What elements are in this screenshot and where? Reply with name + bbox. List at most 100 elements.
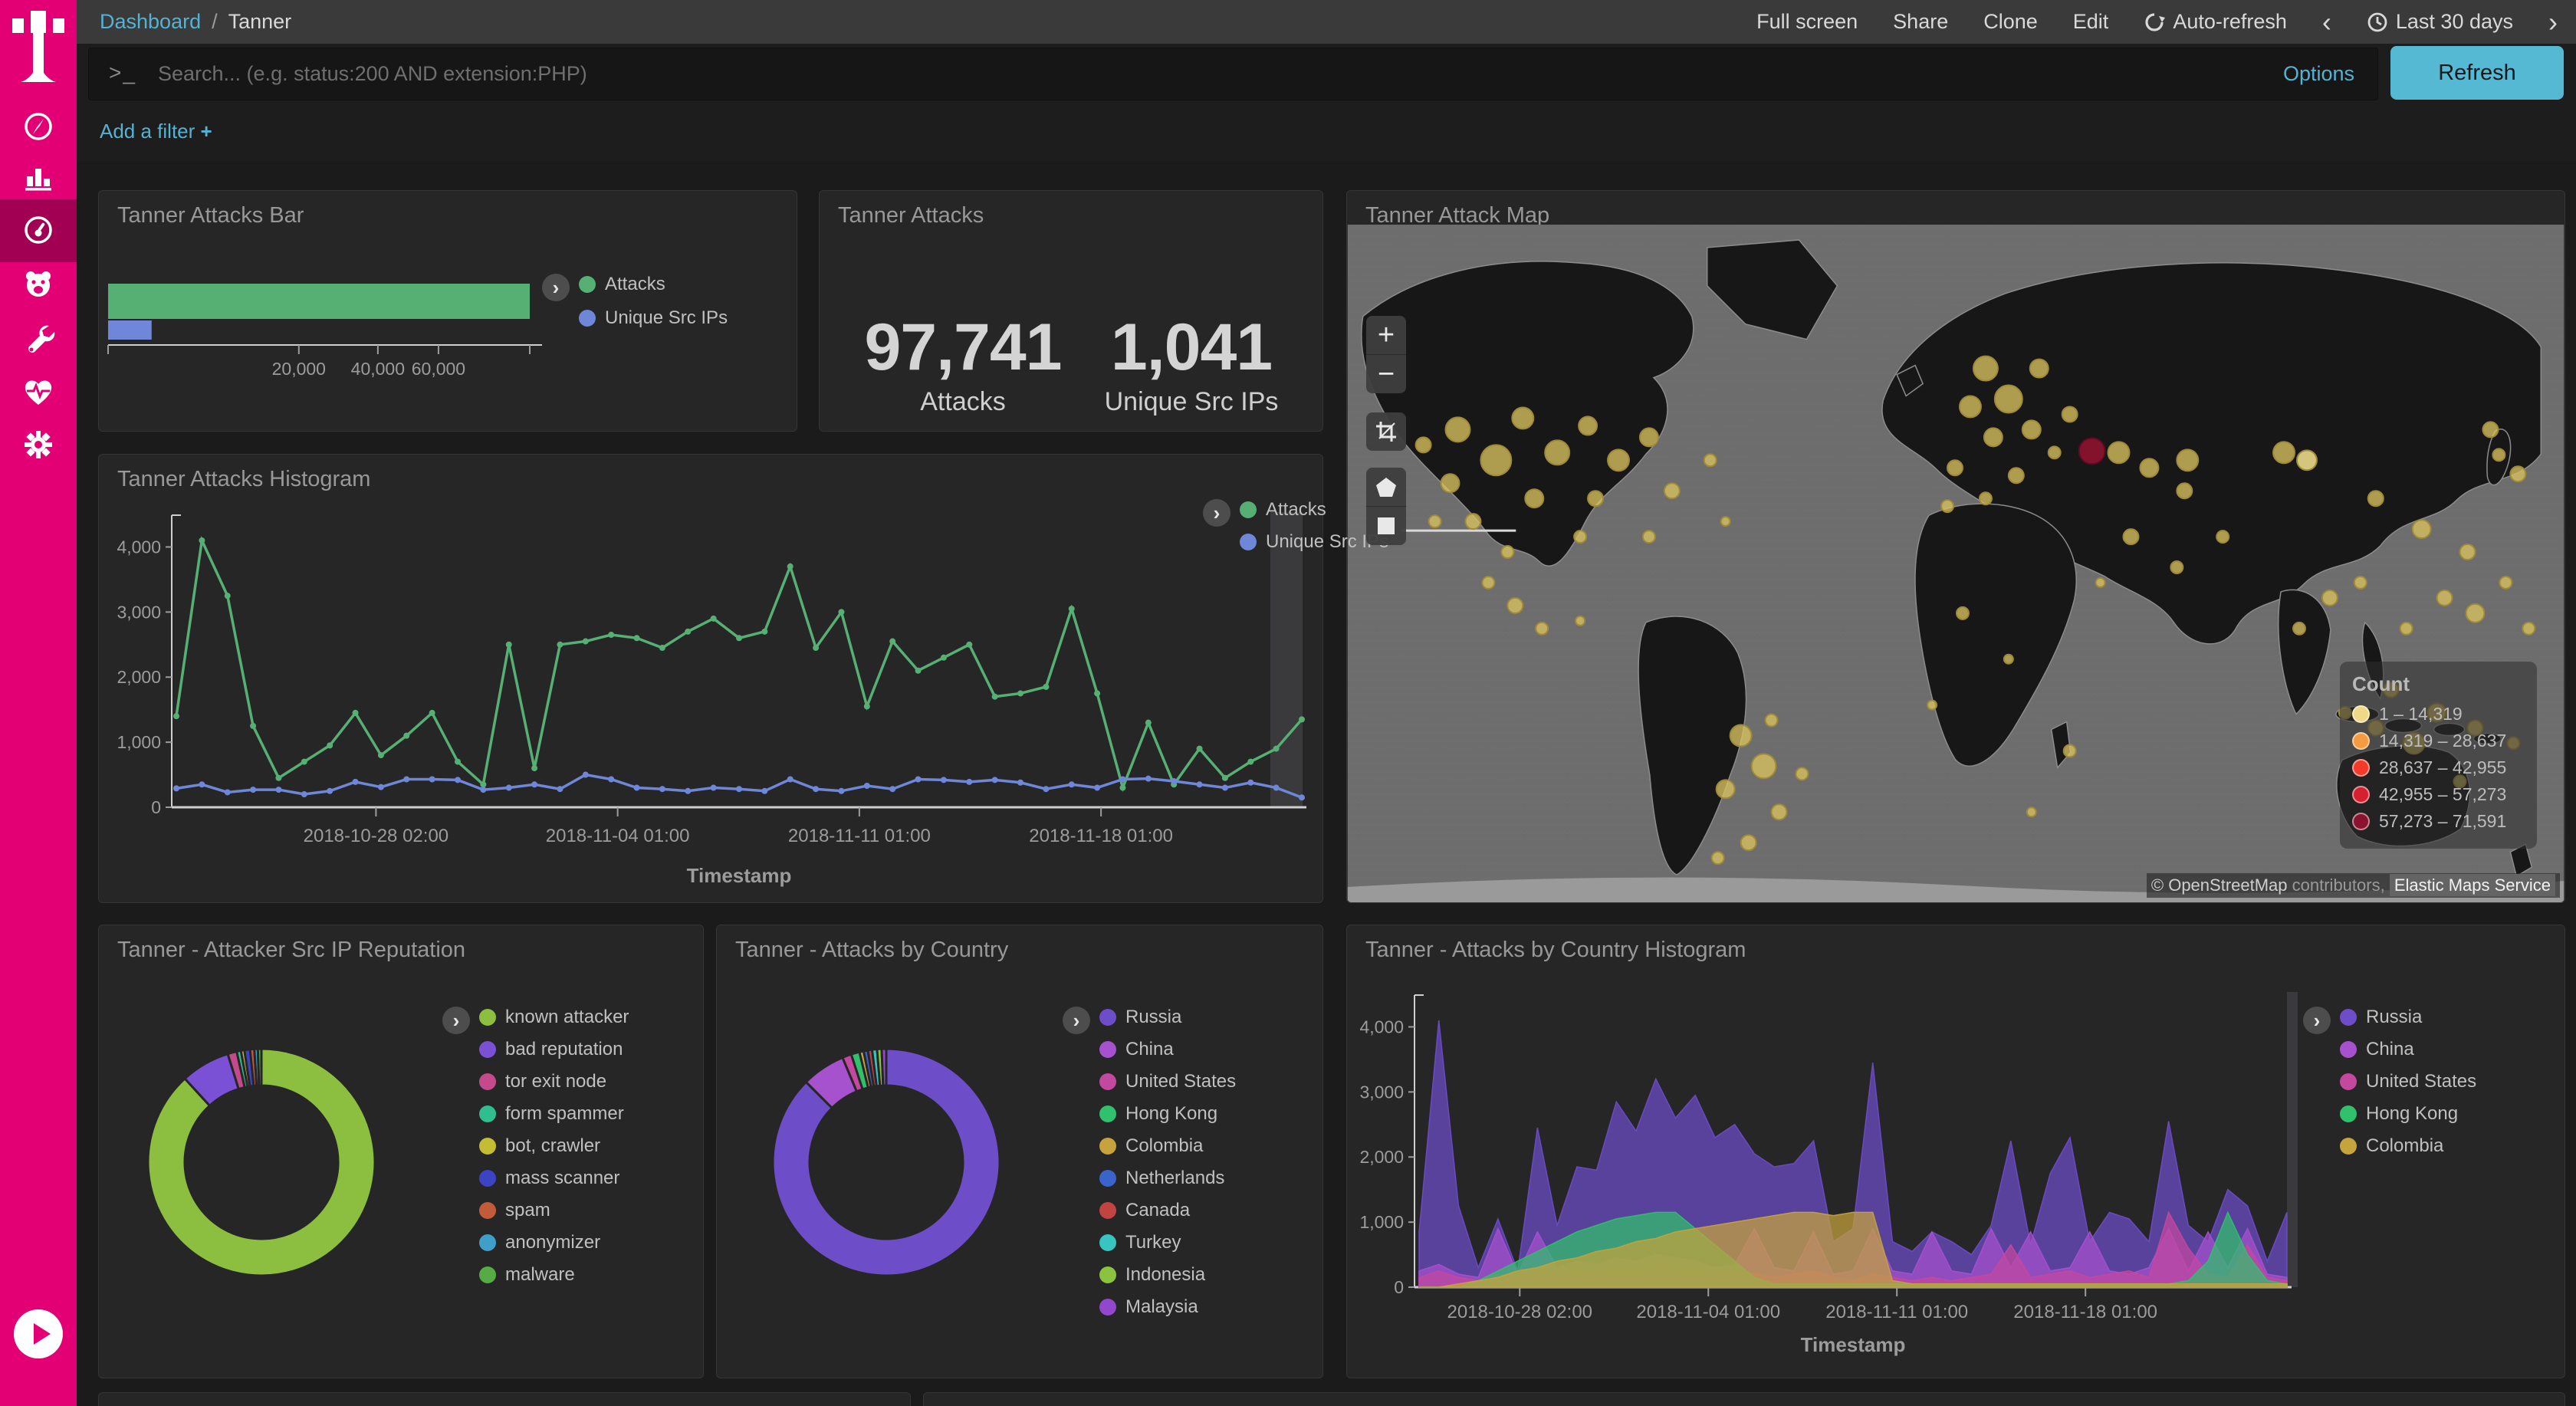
timelion-icon[interactable] <box>21 267 55 301</box>
attack-circle[interactable] <box>2009 468 2024 483</box>
search-input[interactable]: >_ Search... (e.g. status:200 AND extens… <box>88 48 2378 100</box>
legend-item[interactable]: Turkey <box>1099 1232 1236 1253</box>
zoom-in-button[interactable]: + <box>1366 316 1406 354</box>
management-icon[interactable] <box>21 428 55 462</box>
attack-circle[interactable] <box>2216 531 2229 543</box>
donut-slice[interactable] <box>258 1049 261 1086</box>
legend-item[interactable]: anonymizer <box>479 1232 629 1253</box>
attack-circle[interactable] <box>1525 489 1543 508</box>
attack-circle[interactable] <box>1664 483 1680 498</box>
attack-circle[interactable] <box>1501 546 1513 558</box>
legend-item[interactable]: Unique Src IPs <box>579 307 728 329</box>
attack-circle[interactable] <box>2273 442 2295 463</box>
attack-circle[interactable] <box>2124 529 2139 544</box>
visualize-icon[interactable] <box>21 159 55 193</box>
legend-item[interactable]: form spammer <box>479 1103 629 1125</box>
legend-toggle-arrow[interactable]: › <box>1203 499 1230 527</box>
edit-button[interactable]: Edit <box>2073 10 2109 34</box>
dev-tools-icon[interactable] <box>21 320 55 354</box>
legend-item[interactable]: mass scanner <box>479 1168 629 1189</box>
attack-circle[interactable] <box>2499 577 2512 589</box>
legend-item[interactable]: spam <box>479 1200 629 1221</box>
refresh-button[interactable]: Refresh <box>2390 46 2564 100</box>
attack-circle[interactable] <box>1416 437 1431 452</box>
monitoring-icon[interactable] <box>21 374 55 408</box>
legend-item[interactable]: known attacker <box>479 1007 629 1028</box>
legend-toggle-arrow[interactable]: › <box>542 274 570 301</box>
legend-item[interactable]: Hong Kong <box>2340 1103 2476 1125</box>
attack-circle[interactable] <box>2510 466 2525 481</box>
attack-circle[interactable] <box>1480 445 1511 475</box>
time-forward-chevron[interactable]: › <box>2548 11 2558 32</box>
attack-circle[interactable] <box>2096 578 2105 587</box>
attack-circle[interactable] <box>1980 492 1992 504</box>
attack-circle[interactable] <box>1545 440 1569 465</box>
attack-circle[interactable] <box>2400 623 2413 635</box>
attack-circle[interactable] <box>1772 804 1787 820</box>
attack-circle[interactable] <box>1512 407 1533 429</box>
attack-circle[interactable] <box>2062 406 2078 422</box>
time-back-chevron[interactable]: ‹ <box>2322 11 2331 32</box>
attack-circle[interactable] <box>1995 386 2022 413</box>
attack-circle[interactable] <box>1441 474 1460 492</box>
attacks-line-chart[interactable]: 01,0002,0003,0004,0002018-10-28 02:00201… <box>99 455 1322 902</box>
legend-item[interactable]: Hong Kong <box>1099 1103 1236 1125</box>
attack-circle[interactable] <box>1704 454 1717 466</box>
legend-item[interactable]: Russia <box>2340 1007 2476 1028</box>
legend-item[interactable]: Russia <box>1099 1007 1236 1028</box>
attack-circle[interactable] <box>2140 458 2158 477</box>
breadcrumb-dashboard-link[interactable]: Dashboard <box>100 10 201 34</box>
attack-circle[interactable] <box>1766 714 1778 727</box>
query-options-link[interactable]: Options <box>2283 62 2354 86</box>
legend-item[interactable]: Netherlands <box>1099 1168 1236 1189</box>
attack-circle[interactable] <box>2368 491 2384 506</box>
attack-circle[interactable] <box>1643 531 1655 543</box>
attack-circle[interactable] <box>1752 754 1776 778</box>
legend-item[interactable]: tor exit node <box>479 1071 629 1092</box>
draw-polygon-button[interactable] <box>1366 468 1406 506</box>
attack-circle[interactable] <box>1576 616 1585 626</box>
attack-circle[interactable] <box>2437 590 2453 606</box>
attack-circle[interactable] <box>1941 500 1953 512</box>
attack-circle[interactable] <box>1741 835 1756 850</box>
attack-circle[interactable] <box>1465 514 1480 529</box>
legend-toggle-arrow[interactable]: › <box>1063 1007 1090 1034</box>
attack-circle[interactable] <box>1429 515 1441 527</box>
attack-circle[interactable] <box>1721 517 1730 526</box>
clone-button[interactable]: Clone <box>1983 10 2038 34</box>
attack-circle[interactable] <box>1574 531 1586 543</box>
attack-circle[interactable] <box>2108 442 2130 463</box>
ems-attribution[interactable]: Elastic Maps Service <box>2390 874 2555 896</box>
legend-toggle-arrow[interactable]: › <box>442 1007 470 1034</box>
attack-circle[interactable] <box>2030 360 2049 378</box>
attack-circle[interactable] <box>1717 780 1735 798</box>
draw-rectangle-button[interactable] <box>1366 506 1406 545</box>
attack-circle[interactable] <box>1608 449 1629 471</box>
donut-slice[interactable] <box>882 1049 886 1086</box>
attack-circle[interactable] <box>2027 807 2036 816</box>
zoom-out-button[interactable]: − <box>1366 354 1406 393</box>
dashboard-icon[interactable] <box>21 213 55 247</box>
legend-item[interactable]: malware <box>479 1264 629 1286</box>
legend-toggle-arrow[interactable]: › <box>2303 1007 2331 1034</box>
share-button[interactable]: Share <box>1893 10 1948 34</box>
discover-icon[interactable] <box>21 110 55 143</box>
attack-circle[interactable] <box>1947 460 1963 475</box>
legend-item[interactable]: China <box>1099 1039 1236 1060</box>
attack-circle[interactable] <box>1588 491 1603 506</box>
attack-circle[interactable] <box>1957 607 1969 619</box>
attack-circle[interactable] <box>1640 428 1658 446</box>
legend-item[interactable]: Malaysia <box>1099 1296 1236 1318</box>
attack-circle[interactable] <box>1796 767 1808 780</box>
sidebar-collapse-button[interactable] <box>14 1309 63 1358</box>
legend-item[interactable]: bad reputation <box>479 1039 629 1060</box>
legend-item[interactable]: Attacks <box>579 274 728 295</box>
attack-circle[interactable] <box>2297 450 2317 470</box>
legend-item[interactable]: United States <box>2340 1071 2476 1092</box>
legend-item[interactable]: Colombia <box>2340 1135 2476 1157</box>
attack-circle[interactable] <box>1927 701 1937 710</box>
attack-circle[interactable] <box>2466 604 2484 623</box>
attack-circle[interactable] <box>2004 655 2013 664</box>
fullscreen-button[interactable]: Full screen <box>1756 10 1858 34</box>
attack-circle[interactable] <box>2177 483 2192 498</box>
